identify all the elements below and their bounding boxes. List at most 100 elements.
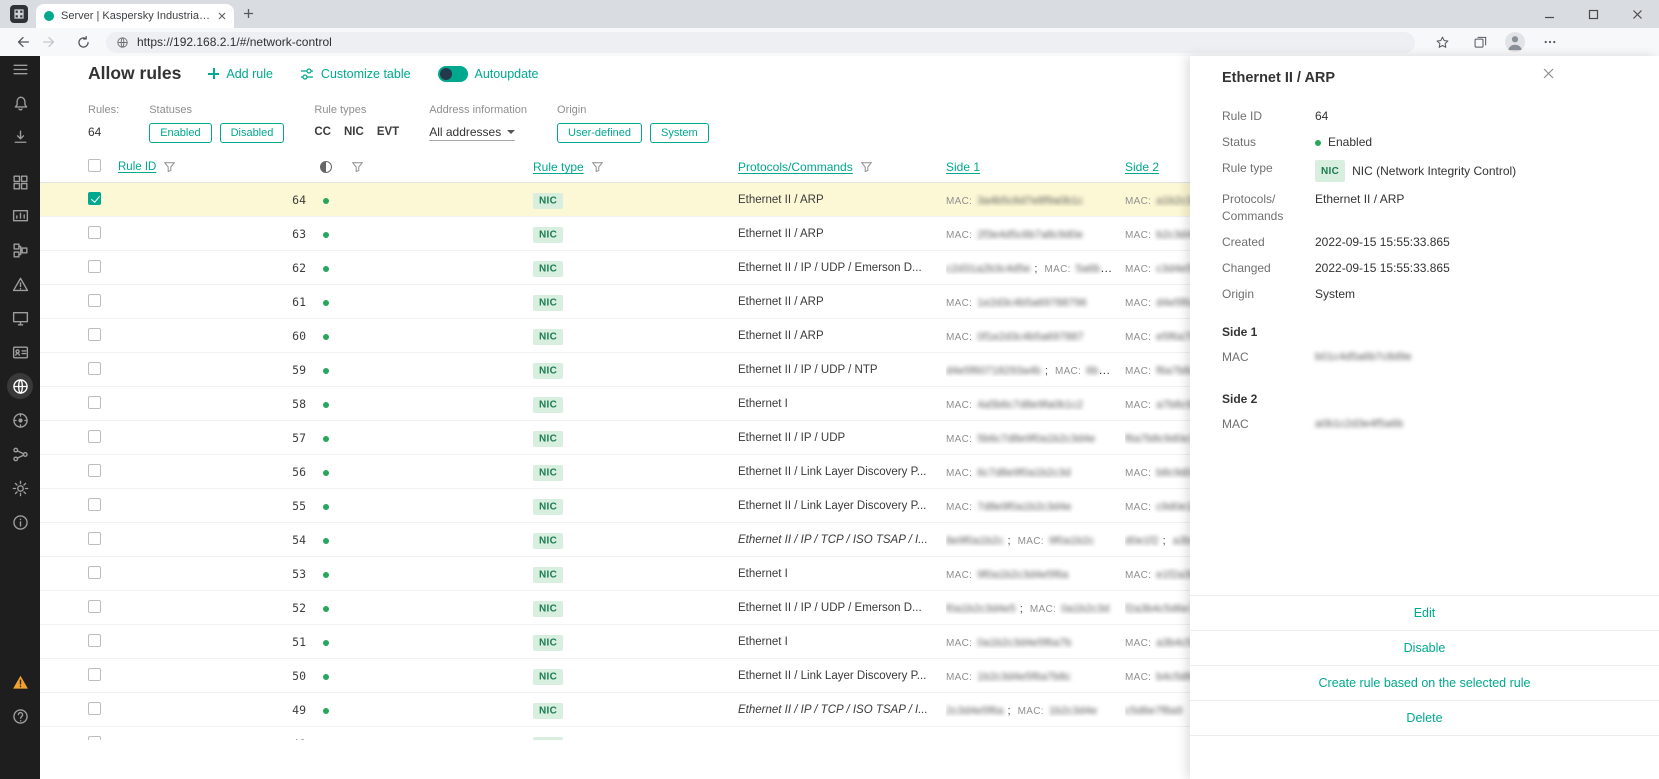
redacted-value: 0a1b2c3d [1061, 603, 1109, 615]
url-bar[interactable]: https://192.168.2.1/#/network-control [106, 32, 1415, 53]
row-checkbox[interactable] [88, 668, 101, 681]
filter-icon-protocols[interactable] [861, 162, 872, 172]
redacted-value: a0b1c2d3e4f5a6b [1315, 416, 1403, 433]
field-rule-type: Rule type NIC NIC (Network Integrity Con… [1222, 160, 1659, 182]
refresh-icon[interactable] [70, 29, 96, 55]
row-checkbox[interactable] [88, 294, 101, 307]
column-side1[interactable]: Side 1 [946, 160, 980, 174]
tab-close-icon[interactable] [218, 12, 226, 20]
column-side2[interactable]: Side 2 [1125, 160, 1159, 174]
protocol-cell: Ethernet II / ARP [738, 296, 946, 308]
origin-chip-system[interactable]: System [650, 123, 709, 143]
status-enabled-dot [323, 470, 329, 476]
rule-type-cc[interactable]: CC [314, 126, 331, 138]
close-window-icon[interactable] [1615, 0, 1659, 28]
row-checkbox[interactable] [88, 192, 101, 205]
dashboard-grid-icon[interactable] [7, 169, 33, 195]
column-protocols[interactable]: Protocols/Commands [738, 160, 853, 174]
events-monitor-icon[interactable] [7, 305, 33, 331]
separator: ; [1008, 705, 1014, 717]
rule-type-evt[interactable]: EVT [377, 126, 399, 138]
browser-menu-icon[interactable] [1537, 29, 1563, 55]
customize-table-button[interactable]: Customize table [300, 67, 411, 81]
downloads-icon[interactable] [7, 124, 33, 150]
profile-avatar[interactable] [1505, 32, 1525, 52]
row-checkbox[interactable] [88, 498, 101, 511]
row-checkbox[interactable] [88, 736, 101, 741]
row-checkbox[interactable] [88, 532, 101, 545]
mac-label: MAC: [1125, 570, 1151, 581]
all-addresses-dropdown[interactable]: All addresses [429, 125, 515, 141]
mac-label: MAC: [1125, 264, 1151, 275]
redacted-value: c2d31a2b3c4d5e [946, 263, 1030, 275]
rule-type-nic[interactable]: NIC [344, 126, 364, 138]
notifications-bell-icon[interactable] [7, 90, 33, 116]
disable-button[interactable]: Disable [1190, 630, 1659, 665]
back-icon[interactable] [10, 29, 36, 55]
filter-icon-rule-id[interactable] [164, 162, 175, 172]
warning-triangle-icon[interactable] [7, 669, 33, 695]
status-column-icon[interactable] [320, 161, 332, 173]
status-enabled-dot [1315, 140, 1321, 146]
network-globe-icon[interactable] [7, 373, 33, 399]
field-changed: Changed 2022-09-15 15:55:33.865 [1222, 260, 1659, 277]
delete-button[interactable]: Delete [1190, 700, 1659, 736]
row-checkbox[interactable] [88, 328, 101, 341]
row-checkbox[interactable] [88, 226, 101, 239]
column-rule-id[interactable]: Rule ID [118, 161, 156, 173]
row-checkbox[interactable] [88, 566, 101, 579]
column-rule-type[interactable]: Rule type [533, 160, 584, 174]
browser-tab[interactable]: Server | Kaspersky Industrial Cyb... [36, 4, 234, 28]
status-enabled-dot [323, 368, 329, 374]
browser-tab-bar: Server | Kaspersky Industrial Cyb... [0, 0, 1659, 28]
separator: ; [1034, 263, 1040, 275]
row-checkbox[interactable] [88, 362, 101, 375]
rule-type-badge: NIC [533, 397, 563, 413]
audit-target-icon[interactable] [7, 407, 33, 433]
help-question-icon[interactable] [7, 703, 33, 729]
status-chip-disabled[interactable]: Disabled [220, 123, 285, 143]
accounts-card-icon[interactable] [7, 339, 33, 365]
edit-button[interactable]: Edit [1190, 595, 1659, 630]
autoupdate-toggle[interactable] [438, 66, 468, 82]
alerts-triangle-icon[interactable] [7, 271, 33, 297]
autoupdate-label: Autoupdate [475, 67, 539, 81]
browser-toolbar: https://192.168.2.1/#/network-control [0, 28, 1659, 57]
side1-cell: MAC:5b6c7d8e9f0a1b2c3d4e [946, 431, 1125, 445]
settings-gear-icon[interactable] [7, 475, 33, 501]
row-checkbox[interactable] [88, 702, 101, 715]
menu-icon[interactable] [7, 56, 33, 82]
create-rule-button[interactable]: Create rule based on the selected rule [1190, 665, 1659, 700]
row-checkbox[interactable] [88, 260, 101, 273]
plus-icon [208, 68, 219, 79]
mac-label: MAC: [1018, 706, 1044, 717]
redacted-value: 0a1b2c3d4e5f6a7b [977, 637, 1071, 649]
integrations-nodes-icon[interactable] [7, 441, 33, 467]
new-tab-button[interactable] [243, 8, 254, 19]
mac-label: MAC: [1125, 468, 1151, 479]
url-text: https://192.168.2.1/#/network-control [137, 35, 332, 49]
row-checkbox[interactable] [88, 634, 101, 647]
collections-icon[interactable] [1467, 29, 1493, 55]
panel-close-icon[interactable] [1539, 64, 1557, 82]
redacted-value: 5b6c7d8e9f0a1b2c3d4e [977, 433, 1095, 445]
favorites-star-icon[interactable] [1429, 29, 1455, 55]
side1-cell: MAC:6c7d8e9f0a1b2c3d [946, 465, 1125, 479]
row-checkbox[interactable] [88, 396, 101, 409]
add-rule-button[interactable]: Add rule [208, 67, 273, 81]
about-info-icon[interactable] [7, 509, 33, 535]
row-checkbox[interactable] [88, 430, 101, 443]
minimize-icon[interactable] [1527, 0, 1571, 28]
filter-icon-rule-type[interactable] [592, 162, 603, 172]
workspaces-icon[interactable] [10, 5, 28, 23]
row-checkbox[interactable] [88, 464, 101, 477]
maximize-icon[interactable] [1571, 0, 1615, 28]
status-chip-enabled[interactable]: Enabled [149, 123, 211, 143]
status-enabled-dot [323, 436, 329, 442]
select-all-checkbox[interactable] [88, 159, 101, 172]
monitoring-chart-icon[interactable] [7, 203, 33, 229]
row-checkbox[interactable] [88, 600, 101, 613]
filter-icon-status[interactable] [352, 162, 363, 172]
assets-tree-icon[interactable] [7, 237, 33, 263]
origin-chip-user-defined[interactable]: User-defined [557, 123, 642, 143]
